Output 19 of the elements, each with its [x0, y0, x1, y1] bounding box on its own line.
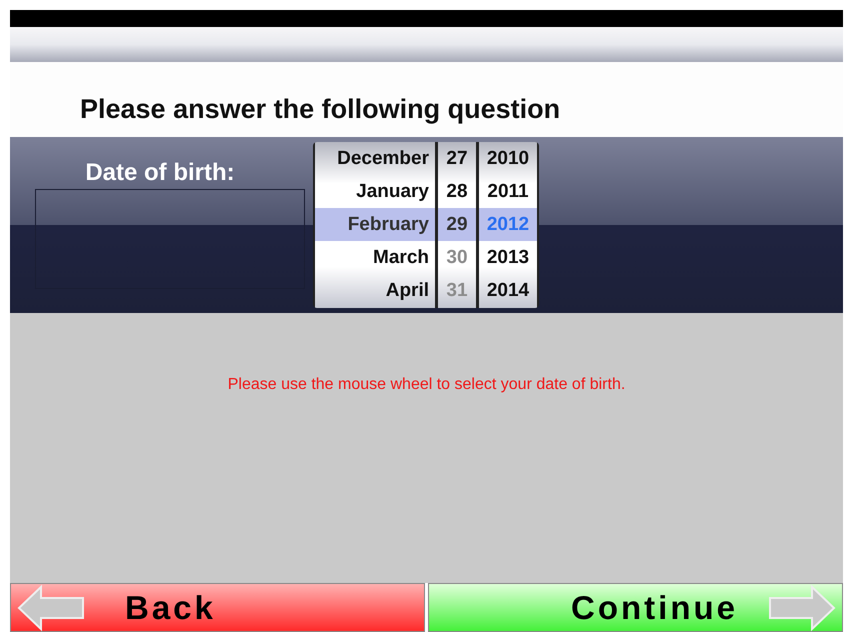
picker-option[interactable]: 2014: [479, 274, 537, 307]
picker-option[interactable]: 2011: [479, 175, 537, 208]
continue-button[interactable]: Continue: [428, 583, 843, 632]
picker-option[interactable]: 27: [438, 142, 476, 175]
picker-option[interactable]: April: [315, 274, 435, 307]
picker-option[interactable]: March: [315, 241, 435, 274]
question-heading: Please answer the following question: [80, 94, 560, 125]
instruction-message: Please use the mouse wheel to select your date of birth.: [228, 376, 626, 395]
picker-option[interactable]: January: [315, 175, 435, 208]
picker-option[interactable]: 2013: [479, 241, 537, 274]
right-arrow-icon: [768, 582, 836, 632]
picker-option[interactable]: 28: [438, 175, 476, 208]
picker-option[interactable]: December: [315, 142, 435, 175]
left-arrow-icon: [17, 582, 85, 632]
picker-option[interactable]: February: [315, 208, 435, 241]
picker-option[interactable]: 29: [438, 208, 476, 241]
back-button[interactable]: Back: [10, 583, 425, 632]
field-label: Date of birth:: [85, 159, 235, 187]
picker-option[interactable]: 2010: [479, 142, 537, 175]
